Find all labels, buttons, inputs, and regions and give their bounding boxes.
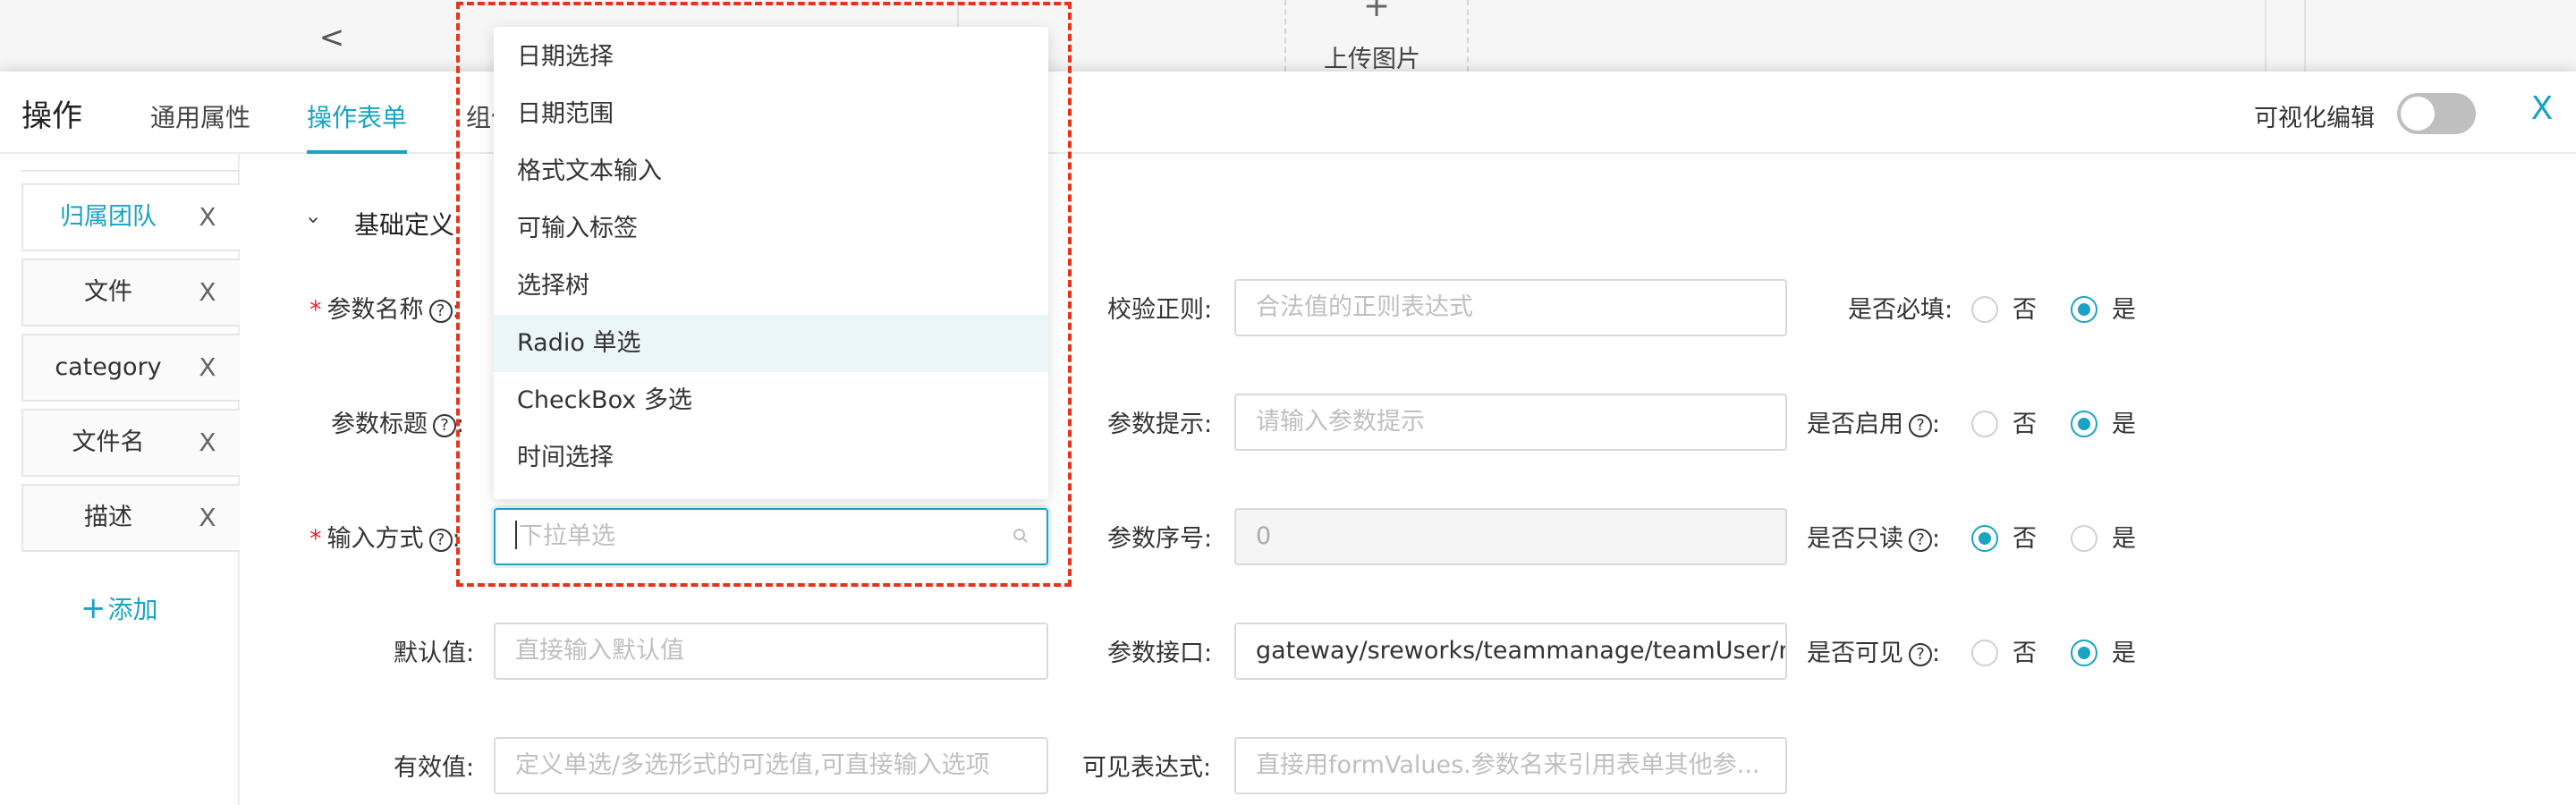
radio-yes[interactable]: 是 bbox=[2071, 633, 2136, 668]
section-title: 基础定义 bbox=[354, 210, 455, 240]
required-radio-group: 否是 bbox=[1971, 290, 2170, 325]
field-list-panel bbox=[0, 154, 240, 805]
param-title-label: 参数标题?: bbox=[331, 411, 465, 438]
add-field-button[interactable]: +添加 bbox=[80, 590, 158, 626]
chevron-down-icon[interactable]: › bbox=[301, 216, 326, 225]
text-caret bbox=[515, 521, 517, 549]
field-item-team[interactable]: 归属团队 X bbox=[21, 183, 240, 251]
remove-icon[interactable]: X bbox=[190, 411, 225, 475]
help-icon: ? bbox=[1909, 529, 1932, 552]
field-item-label: category bbox=[55, 353, 162, 381]
valid-values-input[interactable]: 定义单选/多选形式的可选值,可直接输入选项 bbox=[494, 737, 1048, 794]
dropdown-option[interactable]: 日期选择 bbox=[494, 29, 1048, 86]
plus-icon: + bbox=[80, 590, 106, 626]
param-hint-input[interactable]: 请输入参数提示 bbox=[1234, 394, 1787, 451]
drawer-header: 操作 通用属性 操作表单 组件 可视化编辑 X bbox=[0, 72, 2576, 154]
active-tab-indicator bbox=[307, 150, 407, 154]
input-method-label: * 输入方式?: bbox=[309, 525, 461, 553]
dropdown-option-hovered[interactable]: Radio 单选 bbox=[494, 315, 1048, 372]
param-hint-label: 参数提示: bbox=[1107, 411, 1213, 438]
field-item-description[interactable]: 描述 X bbox=[21, 484, 240, 552]
divider bbox=[2265, 0, 2267, 72]
visible-radio-group: 否是 bbox=[1971, 633, 2170, 668]
visible-label: 是否可见?: bbox=[1807, 640, 1941, 667]
help-icon: ? bbox=[433, 414, 456, 437]
enabled-radio-group: 否是 bbox=[1971, 404, 2170, 439]
divider bbox=[1467, 0, 1469, 72]
remove-icon[interactable]: X bbox=[190, 486, 225, 550]
add-field-label: 添加 bbox=[107, 595, 158, 624]
dropdown-option[interactable]: CheckBox 多选 bbox=[494, 372, 1048, 429]
radio-yes[interactable]: 是 bbox=[2071, 519, 2136, 554]
readonly-radio-group: 否是 bbox=[1971, 519, 2170, 554]
input-method-select[interactable]: 下拉单选 bbox=[494, 508, 1048, 565]
background-page: < + 上传图片 bbox=[0, 0, 2576, 74]
dropdown-option[interactable]: 格式文本输入 bbox=[494, 143, 1048, 200]
radio-no[interactable]: 否 bbox=[1971, 290, 2037, 325]
readonly-label: 是否只读?: bbox=[1807, 525, 1941, 553]
valid-values-label: 有效值: bbox=[394, 754, 475, 782]
upload-plus-icon[interactable]: + bbox=[1363, 0, 1390, 24]
field-item-label: 文件名 bbox=[72, 428, 145, 456]
field-item-filename[interactable]: 文件名 X bbox=[21, 409, 240, 477]
visual-edit-toggle[interactable] bbox=[2397, 93, 2476, 134]
help-icon: ? bbox=[1909, 414, 1932, 437]
default-value-input[interactable]: 直接输入默认值 bbox=[494, 623, 1048, 680]
upload-image-label[interactable]: 上传图片 bbox=[1324, 39, 1420, 74]
dropdown-option[interactable]: 时间选择 bbox=[494, 429, 1048, 487]
visual-edit-label: 可视化编辑 bbox=[2254, 105, 2375, 132]
dropdown-option[interactable]: 日期范围 bbox=[494, 86, 1048, 143]
drawer-title: 操作 bbox=[21, 98, 82, 134]
divider bbox=[2304, 0, 2306, 72]
param-api-input[interactable]: gateway/sreworks/teammanage/teamUser/na bbox=[1234, 623, 1787, 680]
remove-icon[interactable]: X bbox=[190, 260, 225, 325]
toggle-knob bbox=[2401, 97, 2435, 131]
help-icon: ? bbox=[428, 300, 453, 323]
radio-yes[interactable]: 是 bbox=[2071, 290, 2136, 325]
divider bbox=[1284, 0, 1286, 72]
field-item-file[interactable]: 文件 X bbox=[21, 258, 240, 326]
param-order-input: 0 bbox=[1234, 508, 1787, 565]
enabled-label: 是否启用?: bbox=[1807, 411, 1941, 438]
tab-common-properties[interactable]: 通用属性 bbox=[150, 98, 250, 152]
close-icon[interactable]: X bbox=[2522, 89, 2562, 129]
search-icon bbox=[1013, 529, 1028, 543]
default-value-label: 默认值: bbox=[394, 640, 475, 667]
field-item-label: 归属团队 bbox=[60, 203, 157, 231]
remove-icon[interactable]: X bbox=[190, 335, 225, 400]
select-placeholder: 下拉单选 bbox=[519, 522, 615, 550]
radio-no[interactable]: 否 bbox=[1971, 519, 2037, 554]
help-icon: ? bbox=[1909, 643, 1932, 666]
radio-yes[interactable]: 是 bbox=[2071, 404, 2136, 439]
operation-drawer: 操作 通用属性 操作表单 组件 可视化编辑 X 归属团队 X 文件 X cate… bbox=[0, 72, 2576, 805]
field-item-label: 文件 bbox=[84, 278, 132, 306]
param-order-label: 参数序号: bbox=[1107, 525, 1213, 553]
param-api-label: 参数接口: bbox=[1107, 640, 1213, 667]
field-item-category[interactable]: category X bbox=[21, 334, 240, 402]
divider bbox=[21, 170, 240, 172]
radio-no[interactable]: 否 bbox=[1971, 404, 2037, 439]
input-method-dropdown: 日期选择 日期范围 格式文本输入 可输入标签 选择树 Radio 单选 Chec… bbox=[494, 27, 1048, 499]
field-item-label: 描述 bbox=[84, 504, 132, 531]
remove-icon[interactable]: X bbox=[190, 185, 225, 250]
required-label: 是否必填: bbox=[1848, 296, 1953, 324]
dropdown-option[interactable]: 选择树 bbox=[494, 258, 1048, 315]
validation-rule-input[interactable]: 合法值的正则表达式 bbox=[1234, 279, 1787, 336]
validation-rule-label: 校验正则: bbox=[1107, 296, 1213, 324]
radio-no[interactable]: 否 bbox=[1971, 633, 2037, 668]
back-chevron-icon[interactable]: < bbox=[318, 20, 345, 55]
visible-expr-label: 可见表达式: bbox=[1082, 754, 1212, 782]
help-icon: ? bbox=[428, 529, 453, 552]
dropdown-option[interactable]: 可输入标签 bbox=[494, 200, 1048, 258]
visible-expr-input[interactable]: 直接用formValues.参数名来引用表单其他参... bbox=[1234, 737, 1787, 794]
param-name-label: * 参数名称?: bbox=[309, 296, 461, 324]
tab-operation-form[interactable]: 操作表单 bbox=[307, 98, 407, 152]
